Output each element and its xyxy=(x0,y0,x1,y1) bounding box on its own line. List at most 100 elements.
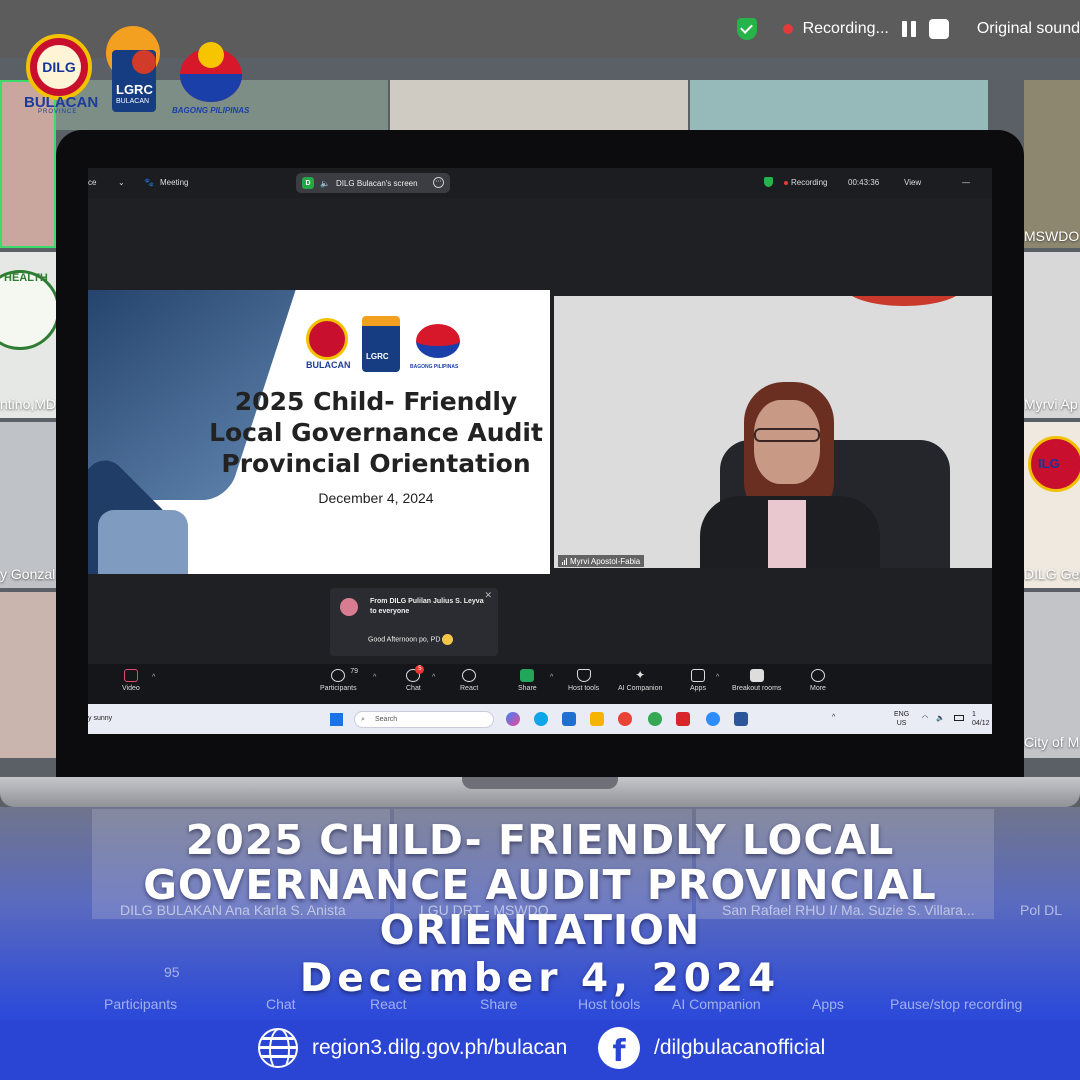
windows-start-icon[interactable] xyxy=(330,713,343,726)
chat-avatar xyxy=(340,598,358,616)
gallery-tile-top-3 xyxy=(690,80,988,130)
zoom-icon[interactable] xyxy=(706,712,720,726)
heart-icon xyxy=(462,669,477,682)
breakout-rooms-button[interactable]: Breakout rooms xyxy=(732,669,781,692)
grid-icon xyxy=(749,669,764,682)
chat-label: Chat xyxy=(406,685,421,692)
recording-dot-small xyxy=(784,181,788,185)
encryption-shield-icon xyxy=(736,18,757,40)
bagong-pilipinas-logo: BAGONG PILIPINAS xyxy=(172,40,252,120)
chrome-icon[interactable] xyxy=(618,712,632,726)
more-options-icon[interactable]: ⋯ xyxy=(433,177,444,188)
slide-title-line-2: Local Governance Audit xyxy=(209,418,543,447)
apps-button[interactable]: Apps xyxy=(690,669,706,692)
gallery-tile-right-1 xyxy=(1024,80,1080,248)
participant-name-right-2: Myrvi Ap xyxy=(1024,396,1078,412)
video-caret-icon[interactable]: ^ xyxy=(152,674,155,681)
slide-bagong-text: BAGONG PILIPINAS xyxy=(410,364,459,370)
participants-caret-icon[interactable]: ^ xyxy=(373,674,376,681)
ai-companion-button[interactable]: ✦ AI Companion xyxy=(618,668,662,693)
search-placeholder: Search xyxy=(375,716,398,723)
taskbar-search[interactable]: ⌕ Search xyxy=(354,711,494,728)
lgrc-logo-text: LGRC xyxy=(116,82,153,97)
folder-icon[interactable] xyxy=(590,712,604,726)
store-icon[interactable] xyxy=(562,712,576,726)
meeting-label[interactable]: Meeting xyxy=(160,178,188,187)
lgrc-logo-subtext: BULACAN xyxy=(116,98,150,105)
participant-name-right-4: City of M xyxy=(1024,734,1080,750)
volume-icon[interactable]: 🔈 xyxy=(936,714,945,722)
react-label: React xyxy=(460,685,479,692)
chrome-profile-icon[interactable] xyxy=(648,712,662,726)
copilot-icon[interactable] xyxy=(506,712,520,726)
website-text: region3.dilg.gov.ph/bulacan xyxy=(312,1036,568,1059)
host-tools-label: Host tools xyxy=(568,685,600,692)
shield-small-icon xyxy=(764,177,773,187)
chat-notification[interactable]: From DILG Pulilan Julius S. Leyva to eve… xyxy=(330,588,498,656)
more-button[interactable]: More xyxy=(810,669,826,692)
signal-icon xyxy=(562,557,567,565)
share-label: DILG Bulacan's screen xyxy=(335,178,418,188)
video-button[interactable]: Video xyxy=(122,669,140,692)
participants-count: 79 xyxy=(350,668,359,675)
chat-icon: 5 xyxy=(406,665,425,682)
health-logo-text: HEALTH xyxy=(4,272,48,284)
slide-title-line-1: 2025 Child- Friendly xyxy=(234,387,518,416)
speaker-video[interactable]: Myrvi Apostol-Fabia xyxy=(554,296,992,568)
minimize-icon[interactable]: — xyxy=(962,178,970,187)
pause-recording-icon[interactable] xyxy=(899,19,919,39)
participant-name-left-2: y Gonzal xyxy=(0,566,56,582)
share-button[interactable]: Share xyxy=(518,669,537,692)
sparkle-icon: ✦ xyxy=(635,668,646,682)
lang-indicator[interactable]: ENG US xyxy=(894,710,909,728)
speaker-icon: 🔈 xyxy=(320,178,330,188)
wifi-icon[interactable]: ◠ xyxy=(922,714,928,722)
battery-icon[interactable] xyxy=(954,715,964,721)
search-icon: ⌕ xyxy=(361,716,365,723)
facebook-icon: f xyxy=(598,1027,640,1069)
dilg-logo-partial: ILG xyxy=(1038,456,1060,471)
close-icon[interactable]: ✕ xyxy=(484,590,492,601)
view-button[interactable]: View xyxy=(904,178,921,187)
chat-sender: From DILG Pulilan Julius S. Leyva to eve… xyxy=(370,598,484,615)
facebook-link[interactable]: f /dilgbulacanofficial xyxy=(598,1027,825,1069)
recording-label-small[interactable]: Recording xyxy=(791,178,827,187)
website-link[interactable]: region3.dilg.gov.ph/bulacan xyxy=(258,1027,567,1069)
screen-share-pill[interactable]: D 🔈 DILG Bulacan's screen ⋯ xyxy=(296,173,450,193)
participants-button[interactable]: 79 Participants xyxy=(320,668,359,692)
stop-recording-icon[interactable] xyxy=(928,19,949,39)
edge-icon[interactable] xyxy=(534,712,548,726)
chat-caret-icon[interactable]: ^ xyxy=(432,674,435,681)
tray-chevron-icon[interactable]: ^ xyxy=(832,714,835,721)
headline-line-1: 2025 CHILD- FRIENDLY LOCAL xyxy=(185,816,895,864)
shield-icon xyxy=(576,669,591,682)
host-tools-button[interactable]: Host tools xyxy=(568,669,599,692)
share-caret-icon[interactable]: ^ xyxy=(550,674,553,681)
headline-line-2: GOVERNANCE AUDIT PROVINCIAL xyxy=(143,861,937,909)
speaker-name: Myrvi Apostol-Fabia xyxy=(570,556,641,566)
original-sound-label[interactable]: Original sound xyxy=(977,20,1080,38)
dropdown-chevron-icon[interactable]: ⌄ xyxy=(118,178,125,187)
more-label: More xyxy=(810,685,826,692)
participants-label: Participants xyxy=(320,685,357,692)
slide-title: 2025 Child- Friendly Local Governance Au… xyxy=(206,386,546,479)
react-button[interactable]: React xyxy=(460,669,478,692)
dilg-bulacan-logo: DILG BULACAN PROVINCE xyxy=(24,34,98,118)
clock-date: 04/12 xyxy=(972,720,990,727)
word-icon[interactable] xyxy=(734,712,748,726)
breakout-label: Breakout rooms xyxy=(732,685,782,692)
chat-button[interactable]: 5 Chat xyxy=(406,665,425,692)
slide-lgrc-text: LGRC xyxy=(366,352,389,361)
chat-message-text: Good Afternoon po, PD xyxy=(368,636,441,644)
clock[interactable]: 1 04/12 xyxy=(972,710,990,728)
share-initial-badge: D xyxy=(302,177,314,189)
gallery-tile-left-3 xyxy=(0,422,56,588)
zoom-toolbar: Video ^ 79 Participants ^ 5 Chat ^ React… xyxy=(88,664,992,704)
timer-label: 00:43:36 xyxy=(848,178,880,187)
apps-icon xyxy=(690,669,705,682)
window-title-partial: ce xyxy=(88,178,97,187)
apps-caret-icon[interactable]: ^ xyxy=(716,674,719,681)
acrobat-icon[interactable] xyxy=(676,712,690,726)
smile-emoji-icon xyxy=(442,634,454,645)
dilg-province-text: PROVINCE xyxy=(38,109,78,115)
